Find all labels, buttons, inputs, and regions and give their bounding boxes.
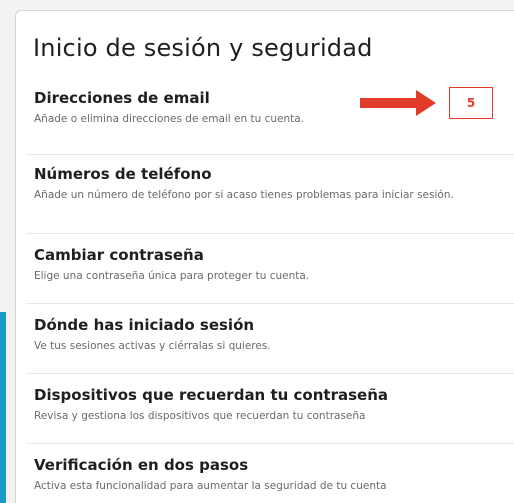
settings-item-title: Verificación en dos pasos (34, 456, 249, 474)
settings-item-phone[interactable]: Números de teléfono Añade un número de t… (26, 154, 514, 203)
settings-item-title: Dónde has iniciado sesión (34, 316, 255, 334)
settings-item-description: Ve tus sesiones activas y ciérralas si q… (34, 340, 271, 352)
accent-bar (0, 312, 6, 503)
settings-item-description: Revisa y gestiona los dispositivos que r… (34, 410, 366, 422)
settings-item-change-password[interactable]: Cambiar contraseña Elige una contraseña … (26, 233, 514, 284)
settings-item-description: Elige una contraseña única para proteger… (34, 270, 310, 282)
arrow-right-icon (360, 90, 436, 116)
settings-item-description: Activa esta funcionalidad para aumentar … (34, 480, 387, 492)
settings-item-two-step-verification[interactable]: Verificación en dos pasos Activa esta fu… (26, 443, 514, 494)
settings-item-active-sessions[interactable]: Dónde has iniciado sesión Ve tus sesione… (26, 303, 514, 354)
settings-item-description: Añade un número de teléfono por si acaso… (34, 189, 454, 201)
page-title: Inicio de sesión y seguridad (33, 34, 373, 62)
settings-item-title: Direcciones de email (34, 89, 210, 107)
settings-item-email[interactable]: Direcciones de email Añade o elimina dir… (26, 89, 514, 127)
settings-item-title: Dispositivos que recuerdan tu contraseña (34, 386, 389, 404)
settings-item-title: Números de teléfono (34, 165, 212, 183)
settings-item-title: Cambiar contraseña (34, 246, 204, 264)
settings-item-remembered-devices[interactable]: Dispositivos que recuerdan tu contraseña… (26, 373, 514, 424)
security-settings-panel: Inicio de sesión y seguridad Direcciones… (15, 10, 514, 503)
step-number-badge: 5 (449, 87, 493, 119)
